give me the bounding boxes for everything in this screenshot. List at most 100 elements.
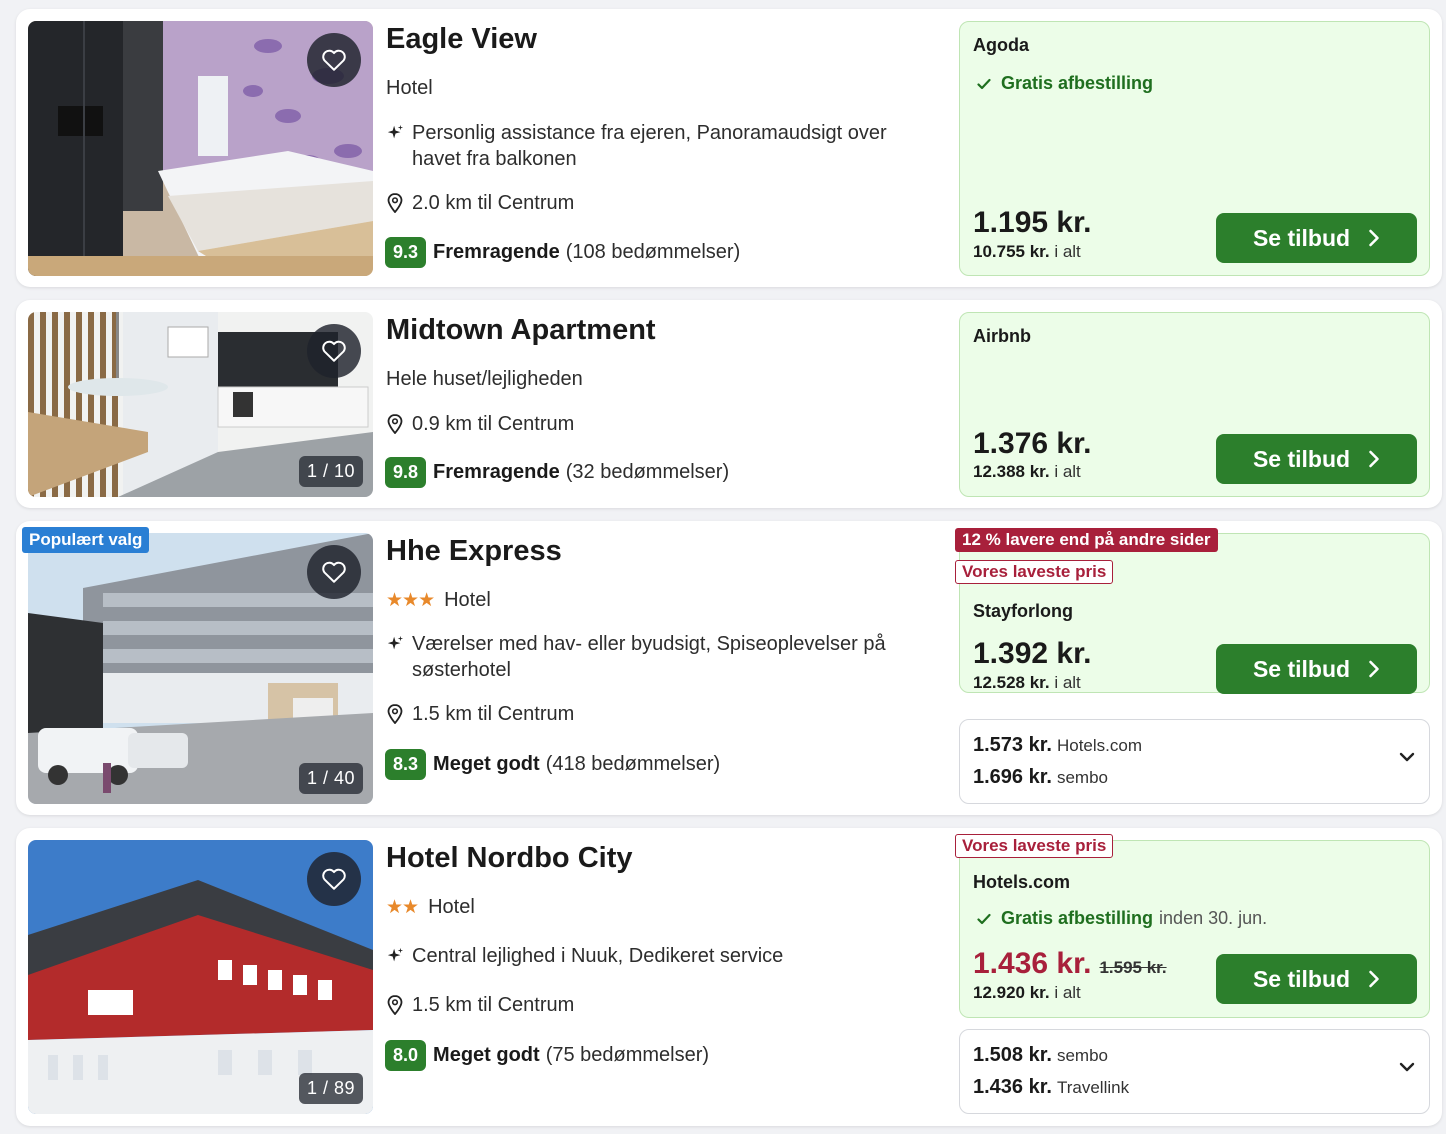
hotel-name[interactable]: Eagle View (386, 23, 537, 56)
location-pin-icon (384, 701, 406, 727)
amenities-line: Værelser med hav- eller byudsigt, Spiseo… (384, 631, 932, 683)
price: 1.436 kr. 1.595 kr. (973, 947, 1167, 981)
accommodation-type-label: Hele huset/lejligheden (386, 368, 583, 390)
listing-card[interactable]: 1 / 89 Hotel Nordbo City ★★ Hotel Centra… (16, 828, 1442, 1126)
total-price-value: 12.388 kr. (973, 462, 1050, 481)
heart-icon (322, 49, 346, 71)
best-offer-panel[interactable]: Airbnb 1.376 kr. 12.388 kr. i alt Se til… (959, 312, 1430, 497)
location-pin-icon (384, 411, 406, 437)
accommodation-type-label: Hotel (428, 896, 475, 918)
other-offers-dropdown[interactable]: 1.508 kr. sembo 1.436 kr. Travellink (959, 1029, 1430, 1114)
hotel-name[interactable]: Hotel Nordbo City (386, 842, 633, 875)
distance-line: 0.9 km til Centrum (384, 411, 932, 437)
other-offer-row: 1.508 kr. sembo (973, 1044, 1108, 1067)
original-price: 1.595 kr. (1099, 958, 1167, 977)
hotel-photo[interactable]: 1 / 89 (28, 840, 373, 1114)
favorite-button[interactable] (307, 33, 361, 87)
total-price-suffix: i alt (1054, 673, 1081, 692)
hotel-photo[interactable]: 1 / 40 (28, 533, 373, 804)
checkmark-icon (977, 913, 991, 924)
favorite-button[interactable] (307, 852, 361, 906)
favorite-button[interactable] (307, 324, 361, 378)
distance-line: 2.0 km til Centrum (384, 190, 932, 216)
best-offer-panel[interactable]: Stayforlong 1.392 kr. 12.528 kr. i alt S… (959, 533, 1430, 694)
rating-label: Meget godt (433, 753, 540, 775)
accommodation-type-label: Hotel (444, 589, 491, 611)
checkmark-icon (977, 78, 991, 89)
photo-counter: 1 / 40 (298, 763, 363, 794)
total-price: 10.755 kr. i alt (973, 242, 1081, 262)
total-price-value: 10.755 kr. (973, 242, 1050, 261)
price: 1.392 kr. (973, 637, 1092, 670)
provider-name: Agoda (973, 35, 1029, 55)
provider-name: Airbnb (973, 326, 1031, 346)
see-offer-button[interactable]: Se tilbud (1216, 434, 1417, 484)
total-price: 12.388 kr. i alt (973, 462, 1081, 482)
amenities-text: Værelser med hav- eller byudsigt, Spiseo… (412, 633, 886, 681)
other-offer-price: 1.696 kr. (973, 766, 1052, 788)
see-offer-label: Se tilbud (1252, 655, 1351, 682)
other-offer-price: 1.436 kr. (973, 1076, 1052, 1098)
free-cancellation-deadline: inden 30. jun. (1159, 908, 1268, 928)
favorite-button[interactable] (307, 545, 361, 599)
review-count: (75 bedømmelser) (545, 1044, 710, 1066)
lowest-price-badge: Vores laveste pris (955, 560, 1114, 584)
total-price-value: 12.528 kr. (973, 673, 1050, 692)
photo-counter: 1 / 89 (298, 1073, 363, 1104)
total-price-value: 12.920 kr. (973, 983, 1050, 1002)
other-offer-row: 1.436 kr. Travellink (973, 1076, 1129, 1099)
location-pin-icon (384, 992, 406, 1018)
location-pin-icon (384, 190, 406, 216)
other-offer-row: 1.573 kr. Hotels.com (973, 734, 1142, 757)
rating: 9.3 Fremragende (108 bedømmelser) (385, 237, 740, 268)
hotel-name[interactable]: Hhe Express (386, 535, 562, 568)
listing-card[interactable]: Populært valg 1 / 40 Hhe Express ★★★ Hot (16, 521, 1442, 815)
review-count: (108 bedømmelser) (565, 241, 741, 263)
sparkle-icon (384, 631, 406, 657)
rating: 9.8 Fremragende (32 bedømmelser) (385, 457, 729, 488)
free-cancellation-label: Gratis afbestilling (1001, 908, 1154, 928)
total-price: 12.920 kr. i alt (973, 983, 1081, 1003)
best-offer-panel[interactable]: Agoda Gratis afbestilling 1.195 kr. 10.7… (959, 21, 1430, 276)
accommodation-type: Hotel (386, 77, 433, 100)
best-offer-panel[interactable]: Hotels.com Gratis afbestilling inden 30.… (959, 840, 1430, 1018)
see-offer-button[interactable]: Se tilbud (1216, 644, 1417, 694)
review-count: (418 bedømmelser) (545, 753, 721, 775)
other-offer-site: Hotels.com (1056, 736, 1142, 755)
listing-card[interactable]: 1 / 10 Midtown Apartment Hele huset/lejl… (16, 300, 1442, 508)
hotel-name[interactable]: Midtown Apartment (386, 314, 656, 347)
distance-line: 1.5 km til Centrum (384, 701, 932, 727)
see-offer-button[interactable]: Se tilbud (1216, 954, 1417, 1004)
rating-score: 9.8 (385, 457, 427, 488)
total-price-suffix: i alt (1054, 983, 1081, 1002)
amenities-text: Personlig assistance fra ejeren, Panoram… (412, 122, 887, 170)
hotel-photo[interactable] (28, 21, 373, 276)
see-offer-button[interactable]: Se tilbud (1216, 213, 1417, 263)
chevron-right-icon (1369, 450, 1379, 468)
amenities-text: Central lejlighed i Nuuk, Dedikeret serv… (412, 945, 784, 967)
chevron-down-icon[interactable] (1399, 1062, 1415, 1072)
amenities-line: Central lejlighed i Nuuk, Dedikeret serv… (384, 943, 932, 969)
hotel-photo[interactable]: 1 / 10 (28, 312, 373, 497)
review-count: (32 bedømmelser) (565, 461, 730, 483)
chevron-right-icon (1369, 970, 1379, 988)
other-offers-dropdown[interactable]: 1.573 kr. Hotels.com 1.696 kr. sembo (959, 719, 1430, 804)
accommodation-type-label: Hotel (386, 77, 433, 99)
sparkle-icon (384, 943, 406, 969)
listing-card[interactable]: Eagle View Hotel Personlig assistance fr… (16, 9, 1442, 287)
distance-text: 0.9 km til Centrum (412, 413, 575, 435)
rating: 8.0 Meget godt (75 bedømmelser) (385, 1040, 709, 1071)
distance-text: 1.5 km til Centrum (412, 994, 575, 1016)
heart-icon (322, 868, 346, 890)
provider-name: Hotels.com (973, 872, 1071, 892)
accommodation-type: Hele huset/lejligheden (386, 368, 583, 391)
chevron-right-icon (1369, 660, 1379, 678)
chevron-right-icon (1369, 229, 1379, 247)
photo-counter: 1 / 10 (298, 456, 363, 487)
other-offer-site: sembo (1056, 768, 1108, 787)
total-price: 12.528 kr. i alt (973, 673, 1081, 693)
rating-score: 8.3 (385, 749, 427, 780)
chevron-down-icon[interactable] (1399, 752, 1415, 762)
free-cancellation: Gratis afbestilling inden 30. jun. (977, 908, 1267, 929)
other-offer-row: 1.696 kr. sembo (973, 766, 1108, 789)
